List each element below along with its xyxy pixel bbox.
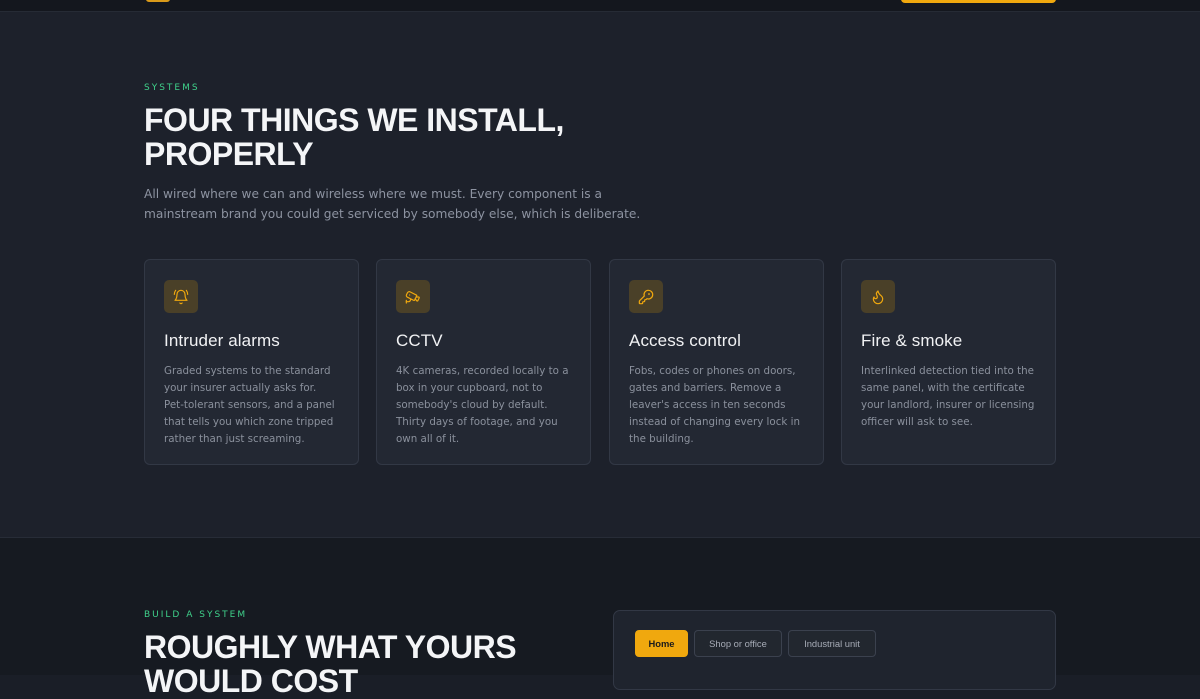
section-eyebrow: SYSTEMS: [144, 83, 200, 93]
build-section: BUILD A SYSTEM ROUGHLY WHAT YOURS WOULD …: [0, 538, 1200, 698]
card-access-control: Access control Fobs, codes or phones on …: [609, 259, 824, 465]
card-body: Graded systems to the standard your insu…: [164, 365, 335, 445]
card-body: 4K cameras, recorded locally to a box in…: [396, 365, 569, 445]
tab-shop-or-office[interactable]: Shop or office: [694, 630, 782, 657]
header-cta-button[interactable]: [901, 0, 1056, 3]
key-icon: [629, 280, 663, 313]
cctv-camera-icon: [396, 280, 430, 313]
section-heading: FOUR THINGS WE INSTALL, PROPERLY: [144, 102, 564, 172]
card-title: Intruder alarms: [164, 331, 280, 350]
top-navigation: [0, 0, 1200, 12]
card-body: Fobs, codes or phones on doors, gates an…: [629, 365, 801, 445]
card-title: CCTV: [396, 331, 443, 350]
systems-section: SYSTEMS FOUR THINGS WE INSTALL, PROPERLY…: [0, 12, 1200, 538]
logo[interactable]: [146, 0, 170, 2]
card-intruder-alarms: Intruder alarms Graded systems to the st…: [144, 259, 359, 465]
bell-icon: [164, 280, 198, 313]
card-title: Fire & smoke: [861, 331, 963, 350]
card-title: Access control: [629, 331, 741, 350]
card-body: Interlinked detection tied into the same…: [861, 365, 1035, 428]
tab-home[interactable]: Home: [635, 630, 688, 657]
card-fire-smoke: Fire & smoke Interlinked detection tied …: [841, 259, 1056, 465]
tab-industrial-unit[interactable]: Industrial unit: [788, 630, 876, 657]
cost-estimator-panel: Home Shop or office Industrial unit: [613, 610, 1056, 690]
card-cctv: CCTV 4K cameras, recorded locally to a b…: [376, 259, 591, 465]
section-eyebrow: BUILD A SYSTEM: [144, 610, 248, 620]
flame-icon: [861, 280, 895, 313]
section-heading: ROUGHLY WHAT YOURS WOULD COST: [144, 629, 517, 699]
section-lede: All wired where we can and wireless wher…: [144, 187, 641, 221]
